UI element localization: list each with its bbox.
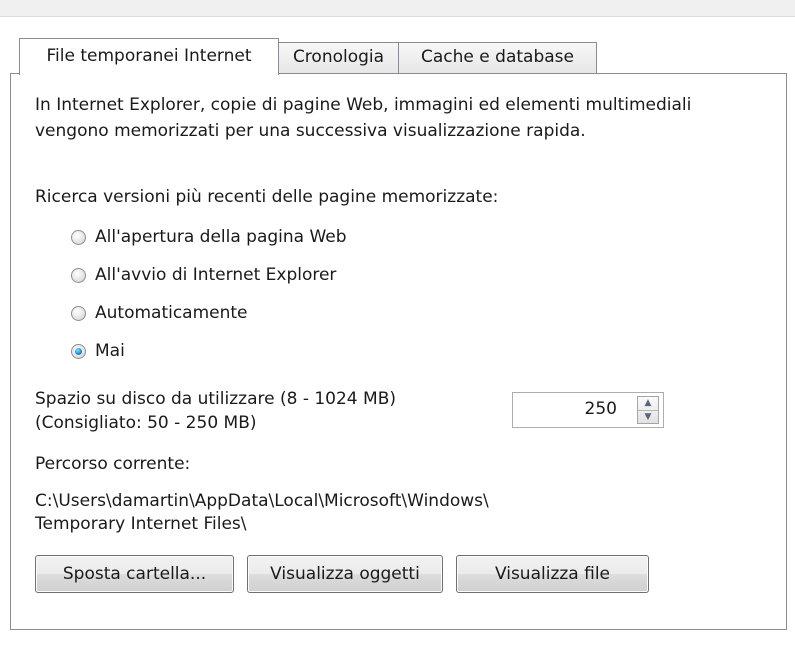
tab-temporary-internet-files[interactable]: File temporanei Internet xyxy=(19,38,279,75)
chevron-down-icon[interactable]: ▼ xyxy=(638,411,658,424)
view-files-button[interactable]: Visualizza file xyxy=(456,555,649,593)
radio-label: All'apertura della pagina Web xyxy=(95,227,347,247)
disk-space-label-line-2: (Consigliato: 50 - 250 MB) xyxy=(35,413,257,433)
tab-cache-databases[interactable]: Cache e database xyxy=(398,42,597,74)
radio-label: All'avvio di Internet Explorer xyxy=(95,265,337,285)
description-line-1: In Internet Explorer, copie di pagine We… xyxy=(35,95,692,115)
check-newer-label: Ricerca versioni più recenti delle pagin… xyxy=(35,187,499,207)
radio-button-checked[interactable] xyxy=(71,343,86,359)
disk-space-value[interactable]: 250 xyxy=(585,399,617,419)
settings-panel xyxy=(10,73,787,630)
spin-buttons: ▲ ▼ xyxy=(637,396,659,424)
radio-button[interactable] xyxy=(71,305,86,321)
window-top-strip xyxy=(0,0,795,17)
chevron-up-icon[interactable]: ▲ xyxy=(638,397,658,411)
radio-never[interactable]: Mai xyxy=(71,338,125,364)
radio-label: Automaticamente xyxy=(95,303,248,323)
current-path-line-2: Temporary Internet Files\ xyxy=(35,514,247,534)
move-folder-button[interactable]: Sposta cartella... xyxy=(35,555,234,593)
radio-button[interactable] xyxy=(71,267,86,283)
radio-on-page-open[interactable]: All'apertura della pagina Web xyxy=(71,224,347,250)
current-path-label: Percorso corrente: xyxy=(35,454,191,474)
radio-label: Mai xyxy=(95,341,125,361)
tab-history[interactable]: Cronologia xyxy=(278,42,399,74)
radio-automatically[interactable]: Automaticamente xyxy=(71,300,248,326)
radio-on-ie-start[interactable]: All'avvio di Internet Explorer xyxy=(71,262,336,288)
disk-space-spinner[interactable]: 250 ▲ ▼ xyxy=(512,392,664,428)
description-line-2: vengono memorizzati per una successiva v… xyxy=(35,121,586,141)
disk-space-label-line-1: Spazio su disco da utilizzare (8 - 1024 … xyxy=(35,389,396,409)
radio-button[interactable] xyxy=(71,229,86,245)
view-objects-button[interactable]: Visualizza oggetti xyxy=(247,555,443,593)
